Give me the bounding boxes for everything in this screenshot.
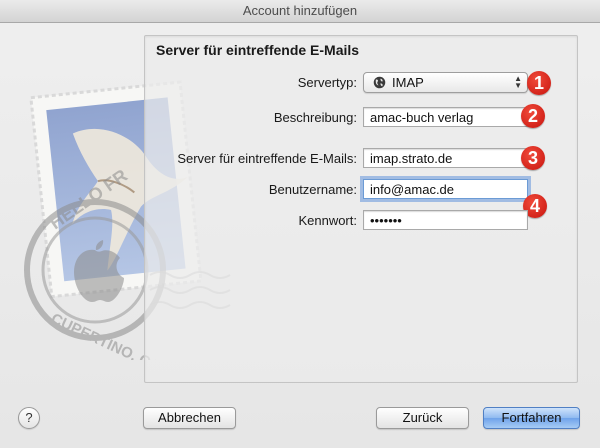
dialog-window: Account hinzufügen HELLO FR CUPERTINO, C… — [0, 0, 600, 448]
step-badge-1: 1 — [527, 71, 551, 95]
password-label: Kennwort: — [298, 213, 357, 228]
cancel-button[interactable]: Abbrechen — [143, 407, 236, 429]
title-bar: Account hinzufügen — [0, 0, 600, 23]
back-button[interactable]: Zurück — [376, 407, 469, 429]
step-badge-3: 3 — [521, 146, 545, 170]
chevron-updown-icon: ▲ ▼ — [514, 74, 522, 90]
servertype-label: Servertyp: — [297, 75, 357, 90]
username-label: Benutzername: — [268, 182, 357, 197]
servertype-value: IMAP — [392, 75, 424, 90]
continue-button[interactable]: Fortfahren — [483, 407, 580, 429]
description-label: Beschreibung: — [273, 110, 357, 125]
password-field[interactable] — [363, 210, 528, 230]
description-field[interactable] — [363, 107, 528, 127]
incoming-server-label: Server für eintreffende E-Mails: — [177, 151, 357, 166]
username-field[interactable] — [363, 179, 528, 199]
help-button[interactable]: ? — [18, 407, 40, 429]
incoming-server-field[interactable] — [363, 148, 528, 168]
globe-icon — [373, 76, 386, 89]
window-title: Account hinzufügen — [242, 3, 358, 18]
section-title: Server für eintreffende E-Mails — [156, 42, 360, 58]
step-badge-2: 2 — [521, 104, 545, 128]
servertype-popup[interactable]: IMAP ▲ ▼ — [363, 72, 528, 93]
